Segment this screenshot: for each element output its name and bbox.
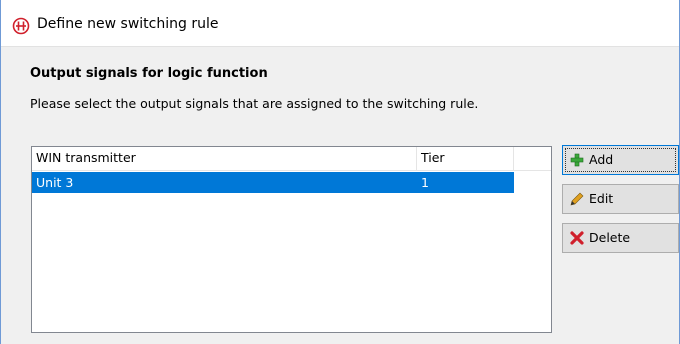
app-logo-icon (12, 17, 30, 35)
cell-transmitter: Unit 3 (36, 175, 74, 190)
dialog-window: Define new switching rule Output signals… (0, 0, 680, 344)
column-header-tier[interactable]: Tier (417, 147, 514, 171)
delete-button[interactable]: Delete (562, 223, 679, 253)
table-row[interactable]: Unit 3 1 (32, 172, 514, 193)
delete-button-label: Delete (589, 230, 631, 245)
column-header-filler (514, 147, 551, 171)
delete-x-icon (570, 231, 584, 245)
add-button[interactable]: Add (562, 145, 679, 175)
list-header: WIN transmitter Tier (32, 147, 551, 171)
output-signal-list[interactable]: WIN transmitter Tier Unit 3 1 (31, 146, 552, 333)
page-heading: Output signals for logic function (30, 66, 268, 81)
pencil-icon (570, 192, 584, 206)
page-description: Please select the output signals that ar… (30, 96, 479, 111)
title-bar: Define new switching rule (1, 0, 679, 47)
edit-button-label: Edit (589, 191, 614, 206)
column-header-win-transmitter[interactable]: WIN transmitter (32, 147, 417, 171)
add-button-label: Add (589, 152, 614, 167)
plus-icon (570, 153, 584, 167)
window-title: Define new switching rule (37, 16, 219, 32)
cell-tier: 1 (421, 175, 429, 190)
window-border-left (0, 0, 1, 344)
edit-button[interactable]: Edit (562, 184, 679, 214)
